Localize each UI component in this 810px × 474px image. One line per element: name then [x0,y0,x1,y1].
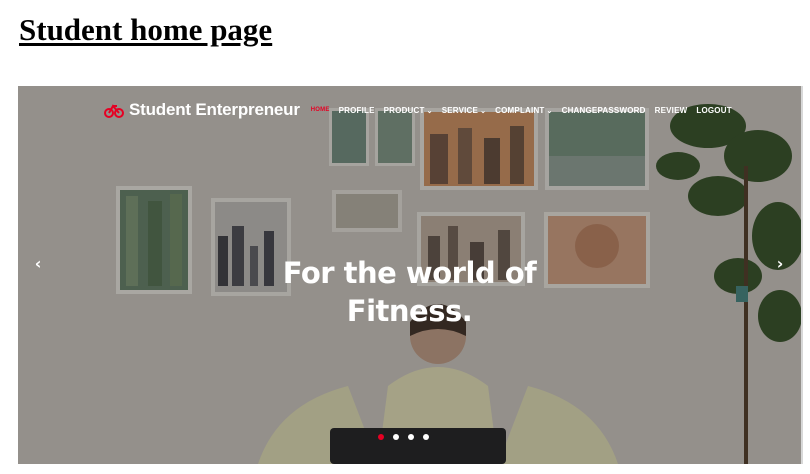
brand-name: Student Enterpreneur [129,100,300,119]
nav-product-label: PRODUCT [383,105,425,115]
page-title: Student home page [19,12,273,47]
brand[interactable]: Student Enterpreneur [104,100,300,120]
nav-home[interactable]: HOME [311,107,330,113]
nav-profile[interactable]: PROFILE [339,106,375,115]
top-navbar: Student Enterpreneur HOME PROFILE PRODUC… [104,100,732,120]
nav-review[interactable]: REVIEW [655,106,688,115]
nav-service[interactable]: SERVICE ⌄ [442,106,486,115]
carousel-indicator-1[interactable] [378,434,384,440]
carousel-indicator-4[interactable] [423,434,429,440]
nav-service-label: SERVICE [441,105,479,115]
hero-carousel: Student Enterpreneur HOME PROFILE PRODUC… [18,86,801,464]
carousel-indicators [378,434,429,440]
chevron-down-icon: ⌄ [426,107,433,115]
carousel-indicator-3[interactable] [408,434,414,440]
chevron-down-icon: ⌄ [480,107,487,115]
nav-complaint[interactable]: COMPLAINT ⌄ [495,106,552,115]
carousel-indicator-2[interactable] [393,434,399,440]
nav-logout[interactable]: LOGOUT [696,106,731,115]
nav-changepassword[interactable]: CHANGEPASSWORD [562,106,646,115]
bicycle-icon [104,104,124,118]
frame-edge [801,86,803,464]
chevron-down-icon: ⌄ [546,107,553,115]
nav-complaint-label: COMPLAINT [495,105,545,115]
nav-product[interactable]: PRODUCT ⌄ [384,106,433,115]
hero-heading: For the world of Fitness. [18,254,801,330]
hero-heading-line1: For the world of [282,256,537,290]
hero-heading-line2: Fitness. [346,294,473,328]
